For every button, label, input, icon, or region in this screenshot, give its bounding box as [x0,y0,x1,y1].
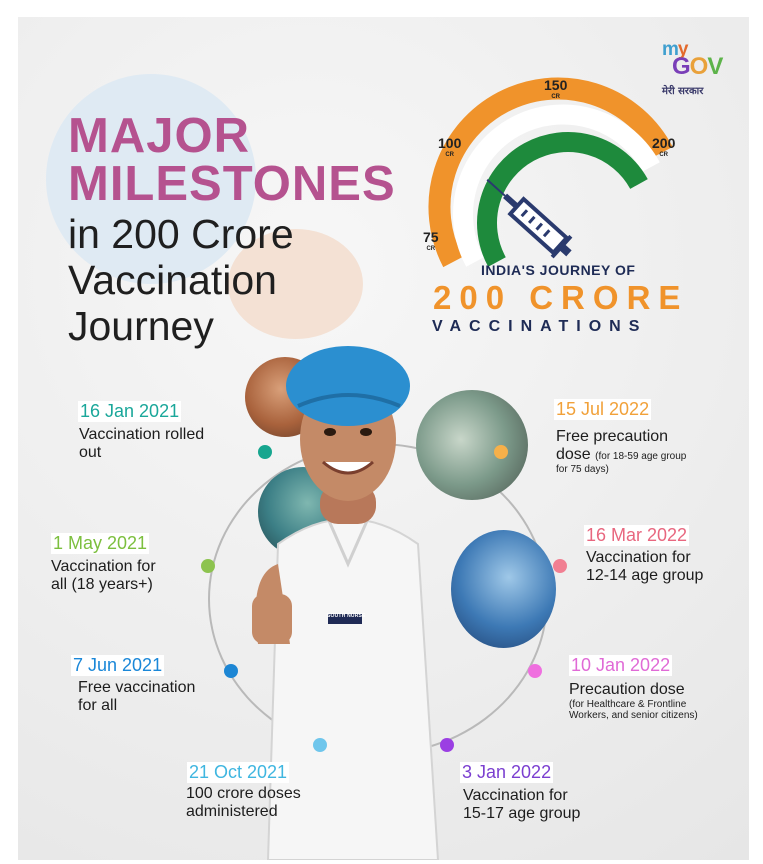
timeline-dot-jul-2022 [494,445,508,459]
timeline-dot-may-2021 [201,559,215,573]
gauge-tick-100: 100 CR [438,135,462,158]
gauge-tick-200: 200 CR [652,135,676,158]
milestone-date-jan-2022-a: 3 Jan 2022 [460,762,554,783]
milestone-date-oct-2021: 21 Oct 2021 [187,762,290,783]
timeline-dot-oct-2021 [313,738,327,752]
milestone-date-jul-2022: 15 Jul 2022 [554,399,652,420]
poster: my GOV मेरी सरकार MAJOR MILESTONES in 20… [18,17,749,860]
milestone-desc-jul-2022: Free precaution dose (for 18-59 age grou… [556,428,687,475]
gauge-tick-150: 150 CR [544,77,568,100]
india-map-icon: O [592,279,627,316]
timeline-dot-mar-2022 [553,559,567,573]
timeline-dot-jan-2022-b [528,664,542,678]
milestone-desc-jun-2021: Free vaccination for all [78,679,196,714]
milestone-desc-jan-2022-b: Precaution dose (for Healthcare & Frontl… [569,681,698,721]
milestone-desc-jan-2021: Vaccination rolled out [79,426,205,461]
milestone-date-mar-2022: 16 Mar 2022 [584,525,690,546]
milestone-date-jun-2021: 7 Jun 2021 [71,655,165,676]
gauge-tick-75: 75 CR [423,229,439,252]
photo-child-vaccination [451,530,556,648]
heading-milestones: MILESTONES [68,157,396,211]
heading-major: MAJOR [68,109,250,163]
milestone-date-may-2021: 1 May 2021 [51,533,150,554]
gauge-big-label: 200 CRORE [433,279,689,316]
heading-subtitle: in 200 Crore Vaccination Journey [68,211,388,349]
milestone-desc-may-2021: Vaccination for all (18 years+) [51,558,156,593]
gauge-title: INDIA'S JOURNEY OF [481,262,636,278]
heading-sub-line-2: Vaccination [68,257,277,303]
heading-sub-line-1: in 200 Crore [68,211,294,257]
milestone-date-jan-2022-b: 10 Jan 2022 [569,655,673,676]
gauge-subtitle: VACCINATIONS [432,318,648,335]
milestone-date-jan-2021: 16 Jan 2021 [78,401,182,422]
milestone-desc-oct-2021: 100 crore doses administered [186,785,301,820]
milestone-desc-mar-2022: Vaccination for 12-14 age group [586,549,704,584]
heading-sub-line-3: Journey [68,303,214,349]
milestone-desc-jan-2022-a: Vaccination for 15-17 age group [463,787,581,822]
nurse-badge: SOUTH NURSE [327,613,366,619]
timeline-dot-jun-2021 [224,664,238,678]
timeline-dot-jan-2022-a [440,738,454,752]
timeline-dot-jan-2021 [258,445,272,459]
